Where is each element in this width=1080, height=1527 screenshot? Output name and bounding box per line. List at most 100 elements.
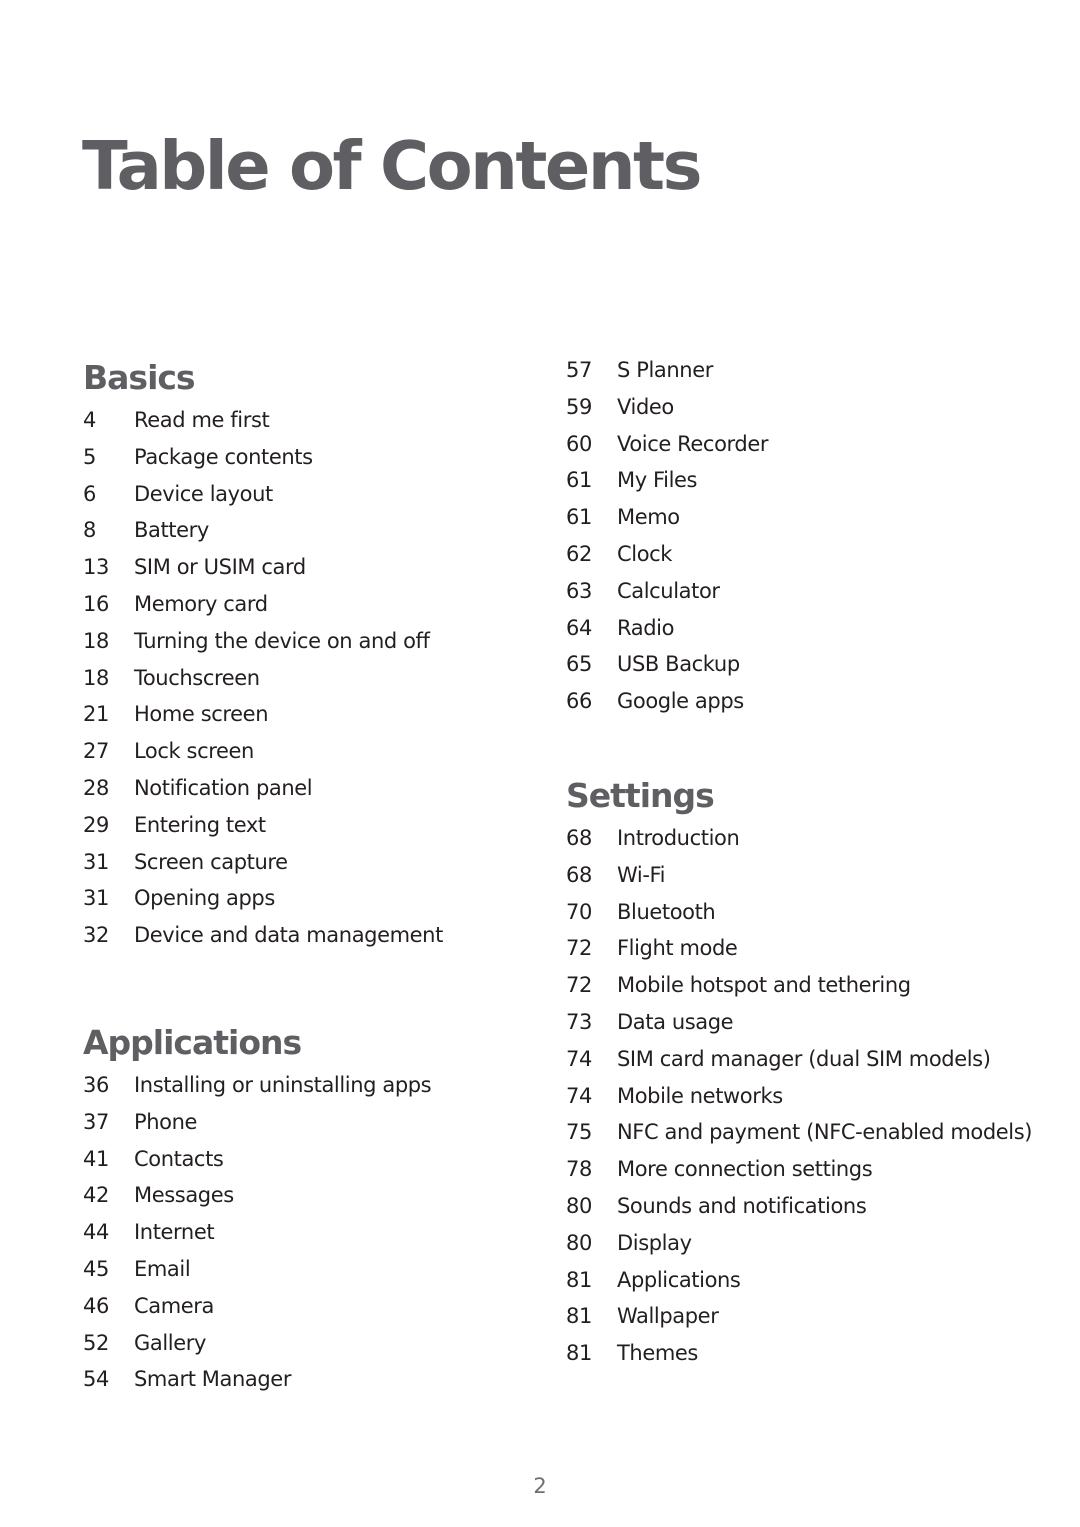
toc-entry-label[interactable]: Screen capture bbox=[134, 848, 503, 885]
toc-entry-label[interactable]: Internet bbox=[134, 1218, 503, 1255]
toc-entry[interactable]: 21 Home screen bbox=[83, 700, 503, 737]
toc-entry-label[interactable]: Bluetooth bbox=[617, 898, 1036, 935]
toc-entry-label[interactable]: Gallery bbox=[134, 1329, 503, 1366]
toc-entry[interactable]: 57 S Planner bbox=[566, 356, 1036, 393]
toc-entry-label[interactable]: Home screen bbox=[134, 700, 503, 737]
toc-entry[interactable]: 70 Bluetooth bbox=[566, 898, 1036, 935]
toc-entry[interactable]: 80 Display bbox=[566, 1229, 1036, 1266]
toc-entry[interactable]: 64 Radio bbox=[566, 614, 1036, 651]
toc-entry-label[interactable]: Clock bbox=[617, 540, 1036, 577]
toc-entry[interactable]: 72 Mobile hotspot and tethering bbox=[566, 971, 1036, 1008]
toc-entry[interactable]: 68 Introduction bbox=[566, 824, 1036, 861]
toc-entry[interactable]: 46 Camera bbox=[83, 1292, 503, 1329]
toc-entry[interactable]: 32 Device and data management bbox=[83, 921, 503, 958]
toc-entry[interactable]: 27 Lock screen bbox=[83, 737, 503, 774]
toc-entry[interactable]: 61 Memo bbox=[566, 503, 1036, 540]
toc-entry[interactable]: 66 Google apps bbox=[566, 687, 1036, 724]
toc-entry-label[interactable]: Memo bbox=[617, 503, 1036, 540]
toc-entry-label[interactable]: Introduction bbox=[617, 824, 1036, 861]
toc-entry[interactable]: 60 Voice Recorder bbox=[566, 430, 1036, 467]
toc-entry-label[interactable]: Turning the device on and off bbox=[134, 627, 503, 664]
toc-entry-label[interactable]: My Files bbox=[617, 466, 1036, 503]
toc-entry-label[interactable]: SIM or USIM card bbox=[134, 553, 503, 590]
toc-entry-label[interactable]: Sounds and notifications bbox=[617, 1192, 1036, 1229]
toc-entry-label[interactable]: Flight mode bbox=[617, 934, 1036, 971]
toc-entry-label[interactable]: Read me first bbox=[134, 406, 503, 443]
toc-entry[interactable]: 13 SIM or USIM card bbox=[83, 553, 503, 590]
toc-entry[interactable]: 29 Entering text bbox=[83, 811, 503, 848]
toc-entry-label[interactable]: Device and data management bbox=[134, 921, 503, 958]
toc-entry-label[interactable]: SIM card manager (dual SIM models) bbox=[617, 1045, 1036, 1082]
toc-entry-label[interactable]: Voice Recorder bbox=[617, 430, 1036, 467]
toc-entry-label[interactable]: Wallpaper bbox=[617, 1302, 1036, 1339]
toc-entry[interactable]: 4 Read me first bbox=[83, 406, 503, 443]
toc-entry[interactable]: 61 My Files bbox=[566, 466, 1036, 503]
toc-entry-label[interactable]: Themes bbox=[617, 1339, 1036, 1376]
toc-entry-label[interactable]: Wi-Fi bbox=[617, 861, 1036, 898]
toc-entry-label[interactable]: Battery bbox=[134, 516, 503, 553]
toc-entry[interactable]: 75 NFC and payment (NFC-enabled models) bbox=[566, 1118, 1036, 1155]
toc-entry[interactable]: 16 Memory card bbox=[83, 590, 503, 627]
toc-entry-label[interactable]: USB Backup bbox=[617, 650, 1036, 687]
toc-entry-label[interactable]: Data usage bbox=[617, 1008, 1036, 1045]
toc-entry[interactable]: 54 Smart Manager bbox=[83, 1365, 503, 1402]
toc-entry[interactable]: 62 Clock bbox=[566, 540, 1036, 577]
toc-entry[interactable]: 73 Data usage bbox=[566, 1008, 1036, 1045]
toc-entry[interactable]: 44 Internet bbox=[83, 1218, 503, 1255]
toc-entry[interactable]: 81 Themes bbox=[566, 1339, 1036, 1376]
toc-entry[interactable]: 37 Phone bbox=[83, 1108, 503, 1145]
toc-entry-page-number: 18 bbox=[83, 665, 109, 690]
toc-entry-page-number: 18 bbox=[83, 628, 109, 653]
toc-entry[interactable]: 28 Notification panel bbox=[83, 774, 503, 811]
toc-entry[interactable]: 65 USB Backup bbox=[566, 650, 1036, 687]
toc-entry-label[interactable]: More connection settings bbox=[617, 1155, 1036, 1192]
toc-entry[interactable]: 78 More connection settings bbox=[566, 1155, 1036, 1192]
toc-entry-label[interactable]: Installing or uninstalling apps bbox=[134, 1071, 503, 1108]
toc-entry-label[interactable]: Email bbox=[134, 1255, 503, 1292]
toc-entry-label[interactable]: Radio bbox=[617, 614, 1036, 651]
toc-entry[interactable]: 42 Messages bbox=[83, 1181, 503, 1218]
toc-entry-label[interactable]: Lock screen bbox=[134, 737, 503, 774]
toc-entry[interactable]: 74 SIM card manager (dual SIM models) bbox=[566, 1045, 1036, 1082]
toc-entry-label[interactable]: Mobile networks bbox=[617, 1082, 1036, 1119]
toc-entry-label[interactable]: Phone bbox=[134, 1108, 503, 1145]
toc-entry[interactable]: 45 Email bbox=[83, 1255, 503, 1292]
toc-entry[interactable]: 81 Applications bbox=[566, 1266, 1036, 1303]
toc-entry-label[interactable]: Mobile hotspot and tethering bbox=[617, 971, 1036, 1008]
toc-entry[interactable]: 18 Turning the device on and off bbox=[83, 627, 503, 664]
toc-entry-label[interactable]: Applications bbox=[617, 1266, 1036, 1303]
toc-entry-label[interactable]: Messages bbox=[134, 1181, 503, 1218]
toc-entry[interactable]: 81 Wallpaper bbox=[566, 1302, 1036, 1339]
toc-entry[interactable]: 31 Opening apps bbox=[83, 884, 503, 921]
toc-entry-label[interactable]: NFC and payment (NFC-enabled models) bbox=[617, 1118, 1036, 1155]
toc-entry[interactable]: 59 Video bbox=[566, 393, 1036, 430]
toc-entry[interactable]: 63 Calculator bbox=[566, 577, 1036, 614]
toc-entry-label[interactable]: Memory card bbox=[134, 590, 503, 627]
toc-entry-label[interactable]: S Planner bbox=[617, 356, 1036, 393]
toc-entry-label[interactable]: Display bbox=[617, 1229, 1036, 1266]
toc-entry[interactable]: 5 Package contents bbox=[83, 443, 503, 480]
toc-entry[interactable]: 8 Battery bbox=[83, 516, 503, 553]
toc-entry-label[interactable]: Calculator bbox=[617, 577, 1036, 614]
toc-entry[interactable]: 68 Wi-Fi bbox=[566, 861, 1036, 898]
toc-entry-label[interactable]: Touchscreen bbox=[134, 664, 503, 701]
toc-entry-label[interactable]: Video bbox=[617, 393, 1036, 430]
toc-entry-label[interactable]: Google apps bbox=[617, 687, 1036, 724]
toc-entry[interactable]: 36 Installing or uninstalling apps bbox=[83, 1071, 503, 1108]
toc-entry-label[interactable]: Device layout bbox=[134, 480, 503, 517]
toc-entry[interactable]: 52 Gallery bbox=[83, 1329, 503, 1366]
toc-entry-label[interactable]: Smart Manager bbox=[134, 1365, 503, 1402]
toc-entry-label[interactable]: Notification panel bbox=[134, 774, 503, 811]
toc-entry-label[interactable]: Camera bbox=[134, 1292, 503, 1329]
toc-entry[interactable]: 74 Mobile networks bbox=[566, 1082, 1036, 1119]
toc-entry[interactable]: 41 Contacts bbox=[83, 1145, 503, 1182]
toc-entry-label[interactable]: Opening apps bbox=[134, 884, 503, 921]
toc-entry[interactable]: 31 Screen capture bbox=[83, 848, 503, 885]
toc-entry[interactable]: 18 Touchscreen bbox=[83, 664, 503, 701]
toc-entry[interactable]: 80 Sounds and notifications bbox=[566, 1192, 1036, 1229]
toc-entry-label[interactable]: Contacts bbox=[134, 1145, 503, 1182]
toc-entry-label[interactable]: Entering text bbox=[134, 811, 503, 848]
toc-entry[interactable]: 6 Device layout bbox=[83, 480, 503, 517]
toc-entry[interactable]: 72 Flight mode bbox=[566, 934, 1036, 971]
toc-entry-label[interactable]: Package contents bbox=[134, 443, 503, 480]
